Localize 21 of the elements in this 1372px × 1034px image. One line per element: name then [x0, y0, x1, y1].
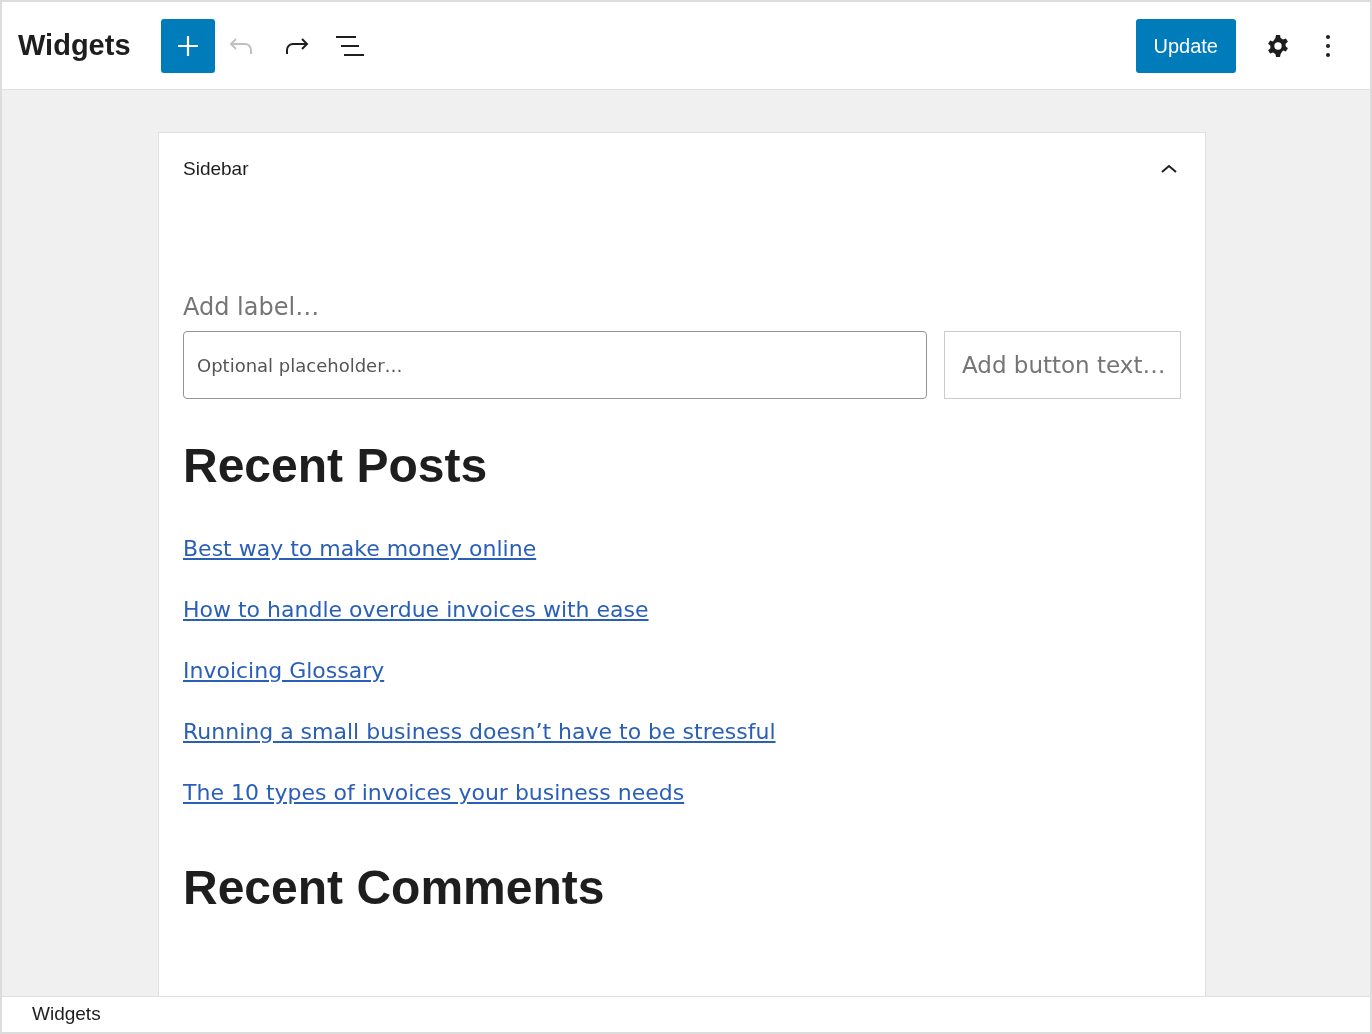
post-link[interactable]: The 10 types of invoices your business needs	[183, 774, 685, 811]
post-link[interactable]: How to handle overdue invoices with ease	[183, 591, 649, 628]
post-link[interactable]: Running a small business doesn’t have to be stressful	[183, 713, 776, 750]
plus-icon	[176, 34, 199, 57]
add-block-button[interactable]	[160, 18, 215, 73]
search-input-field[interactable]: Optional placeholder…	[183, 331, 927, 399]
post-link[interactable]: Invoicing Glossary	[183, 652, 385, 689]
update-button[interactable]: Update	[1135, 18, 1236, 73]
page-title: Widgets	[18, 27, 131, 63]
label-field[interactable]: Add label…	[183, 291, 1181, 323]
chevron-icon	[1161, 164, 1177, 174]
list-view-icon	[335, 34, 364, 57]
panel-title: Sidebar	[183, 156, 249, 181]
settings-icon	[1266, 33, 1290, 58]
section-heading: Recent Comments	[183, 859, 606, 916]
button-text-field[interactable]: Add button text…	[944, 331, 1181, 399]
breadcrumb: Widgets	[32, 1002, 101, 1027]
section-heading: Recent Posts	[183, 438, 489, 494]
post-link[interactable]: Best way to make money online	[183, 530, 537, 567]
undo-icon	[228, 36, 255, 55]
more-options-icon	[1326, 33, 1330, 58]
